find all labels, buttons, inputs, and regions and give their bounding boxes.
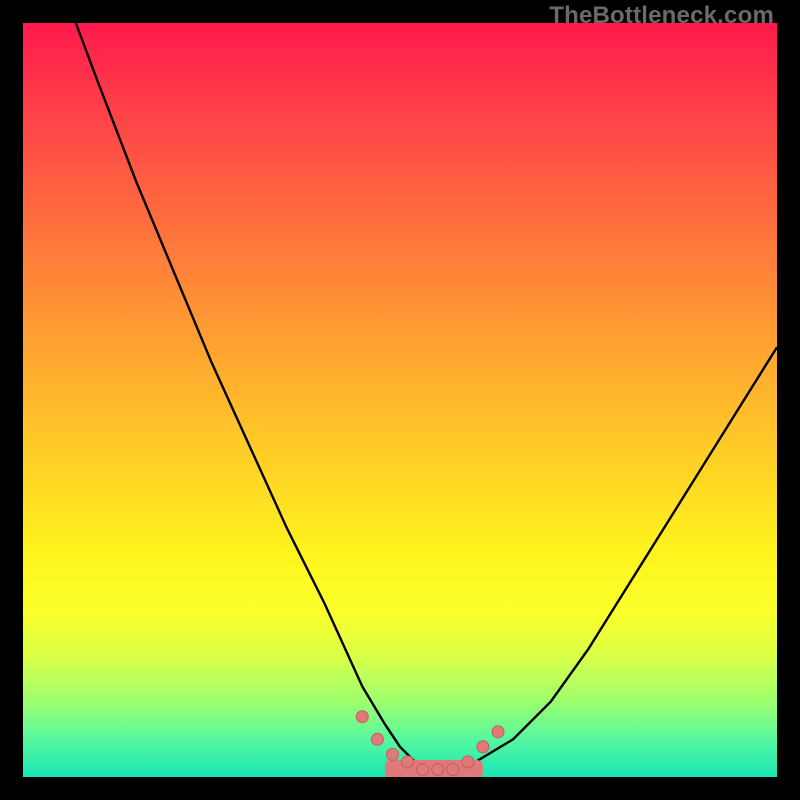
- curve-marker: [492, 726, 504, 738]
- curve-marker: [462, 756, 474, 768]
- plot-area: [23, 23, 777, 777]
- chart-frame: TheBottleneck.com: [0, 0, 800, 800]
- curve-marker: [417, 764, 429, 776]
- curve-svg: [23, 23, 777, 777]
- watermark-text: TheBottleneck.com: [549, 2, 774, 30]
- curve-marker: [387, 748, 399, 760]
- curve-marker: [356, 711, 368, 723]
- curve-marker: [371, 733, 383, 745]
- curve-marker: [447, 764, 459, 776]
- curve-marker: [432, 764, 444, 776]
- bottleneck-curve: [76, 23, 777, 770]
- curve-marker: [402, 756, 414, 768]
- curve-marker: [477, 741, 489, 753]
